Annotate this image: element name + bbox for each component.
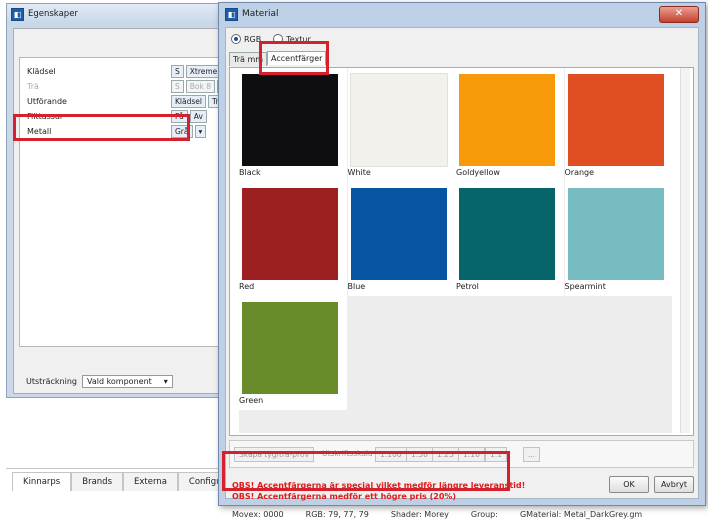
chevron-down-icon: ▾ [163,377,168,386]
material-title: Material [242,9,279,19]
properties-title: Egenskaper [28,9,78,19]
bottom-tab[interactable]: Kinnarps [12,472,72,491]
color-swatch[interactable] [242,74,338,166]
scale-button[interactable]: ... [523,447,541,462]
property-label: Trä [27,82,39,91]
color-swatch[interactable] [459,188,555,280]
status-rgb: RGB: 79, 77, 79 [305,510,369,519]
ok-button[interactable]: OK [609,476,649,493]
color-swatch-cell[interactable]: Orange [564,68,673,182]
color-name: Black [239,168,261,177]
properties-client: KlädselSXtreme Plus 45TräSBok 8▾Utförand… [13,28,251,394]
highlight-warning [222,451,510,491]
highlight-metall [13,114,190,141]
stretch-dropdown[interactable]: Vald komponent ▾ [81,375,173,388]
property-label: Klädsel [27,67,56,76]
properties-titlebar: ◧ Egenskaper [7,4,235,24]
swatch-grid: Black White Goldyellow Orange Red Blue Petrol S… [239,68,673,433]
stretch-row: Utsträckning Vald komponent ▾ [26,375,173,388]
color-swatch-cell[interactable]: Spearmint [564,182,673,296]
vertical-scrollbar[interactable] [680,68,690,433]
property-row: KlädselSXtreme Plus 45 [27,65,251,78]
app-icon: ◧ [11,7,24,21]
color-swatch-cell[interactable]: Black [239,68,347,182]
property-row: TräSBok 8▾ [27,80,229,93]
color-swatch[interactable] [567,188,664,280]
color-name: Petrol [456,282,479,291]
status-shader: Shader: Morey [390,510,449,519]
property-row: UtförandeKlädselTrä [27,95,228,108]
bottom-tab[interactable]: Brands [71,472,123,491]
swatch-pane: Black White Goldyellow Orange Red Blue Petrol S… [229,67,694,436]
warning-line: OBS! Accentfärgerna medför ett högre pri… [232,492,457,501]
status-movex: Movex: 0000 [232,510,284,519]
app-icon: ◧ [225,7,238,21]
color-name: Orange [564,168,595,177]
bottom-tab[interactable]: Externa [123,472,178,491]
status-gmaterial: GMaterial: Metal_DarkGrey.gm [519,510,643,519]
color-swatch-cell[interactable]: Goldyellow [456,68,564,182]
property-option[interactable]: Bok 8 [185,80,215,93]
close-button[interactable]: ✕ [659,6,699,23]
property-option[interactable]: S [171,65,184,78]
color-name: White [347,168,371,177]
stretch-value: Vald komponent [86,377,152,386]
color-swatch[interactable] [242,188,338,280]
color-swatch-cell[interactable]: Green [239,296,347,410]
color-swatch[interactable] [350,188,447,280]
color-swatch-cell[interactable]: Petrol [456,182,564,296]
color-swatch-cell[interactable]: White [347,68,456,182]
radio-selected-icon [231,34,241,44]
material-window: ◧ Material ✕ RGB Textur Trä mm Accentfär… [218,2,706,519]
property-option[interactable]: S [171,80,184,93]
color-swatch[interactable] [567,74,664,166]
properties-window: ◧ Egenskaper KlädselSXtreme Plus 45TräSB… [6,3,251,398]
stretch-label: Utsträckning [26,377,77,386]
property-option[interactable]: Av [189,110,207,123]
cancel-button[interactable]: Avbryt [654,476,694,493]
status-bar: Movex: 0000 RGB: 79, 77, 79 Shader: More… [232,510,704,522]
color-name: Spearmint [564,282,606,291]
color-name: Goldyellow [456,168,500,177]
status-group: Group: [470,510,498,519]
radio-rgb[interactable]: RGB [231,34,261,44]
color-swatch-cell[interactable]: Blue [347,182,456,296]
color-swatch[interactable] [349,73,448,167]
bottom-tab-divider [6,468,226,469]
color-name: Blue [347,282,366,291]
bottom-tabs: Kinnarps Brands Externa Configur [12,472,237,491]
highlight-accent-tab [259,41,329,75]
color-swatch-cell[interactable]: Red [239,182,347,296]
chevron-down-icon[interactable]: ▾ [194,125,207,138]
material-titlebar: ◧ Material [219,3,705,25]
color-name: Green [239,396,264,405]
material-client: RGB Textur Trä mm Accentfärger Black Whit… [225,27,699,519]
color-swatch[interactable] [459,74,555,166]
property-option[interactable]: Klädsel [171,95,206,108]
property-label: Utförande [27,97,67,106]
color-swatch[interactable] [242,302,338,394]
color-name: Red [239,282,255,291]
